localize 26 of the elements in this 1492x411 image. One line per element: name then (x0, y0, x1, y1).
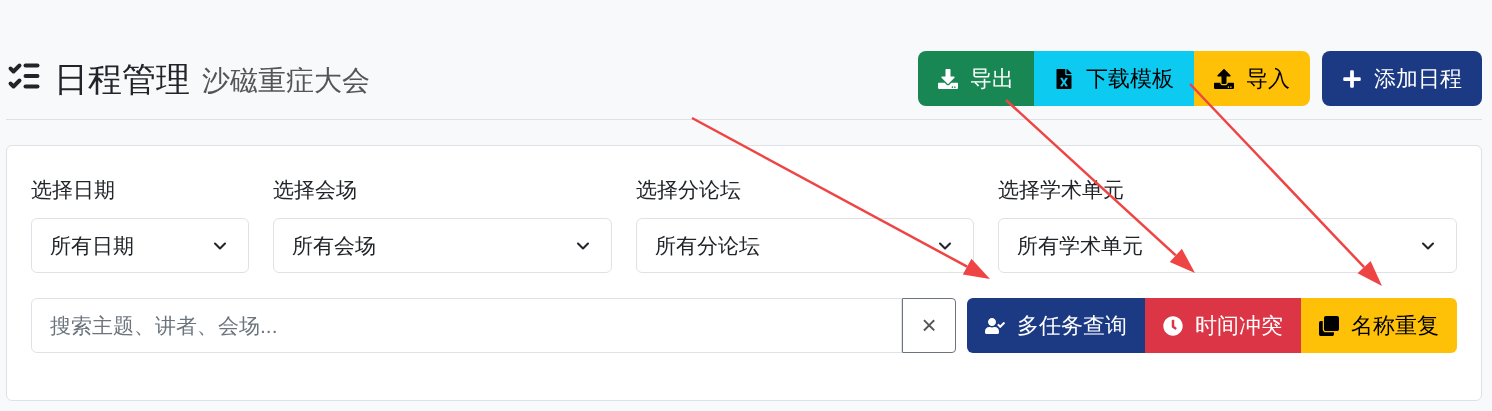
action-button[interactable]: 时间冲突 (1145, 298, 1301, 353)
filter-select[interactable]: 所有学术单元 (997, 218, 1457, 273)
copy-icon (1319, 315, 1339, 336)
clock-icon (1163, 315, 1183, 336)
user-check-icon (985, 315, 1005, 336)
action-button[interactable]: 下载模板 (1034, 51, 1194, 106)
action-button[interactable]: 添加日程 (1322, 51, 1482, 106)
spreadsheet-file-icon (1054, 68, 1074, 89)
clear-button[interactable]: × (902, 298, 956, 353)
search-field[interactable]: 搜索主题、讲者、会场... (31, 298, 902, 353)
action-button[interactable]: 名称重复 (1301, 298, 1457, 353)
filter-select[interactable]: 所有会场 (272, 218, 612, 273)
filter-label: 选择日期 (31, 177, 116, 203)
filter-select[interactable]: 所有日期 (31, 218, 249, 273)
action-button[interactable]: 多任务查询 (967, 298, 1145, 353)
action-button[interactable]: 导出 (918, 51, 1034, 106)
page-subtitle: 沙磁重症大会 (202, 63, 370, 98)
filter-select[interactable]: 所有分论坛 (635, 218, 974, 273)
filter-label: 选择学术单元 (997, 177, 1125, 203)
plus-icon (1342, 68, 1362, 89)
filter-label: 选择分论坛 (635, 177, 742, 203)
page-title: 日程管理 (54, 58, 190, 100)
action-button[interactable]: 导入 (1194, 51, 1310, 106)
filter-label: 选择会场 (272, 177, 358, 203)
upload-icon (1214, 68, 1234, 89)
download-icon (938, 68, 958, 89)
